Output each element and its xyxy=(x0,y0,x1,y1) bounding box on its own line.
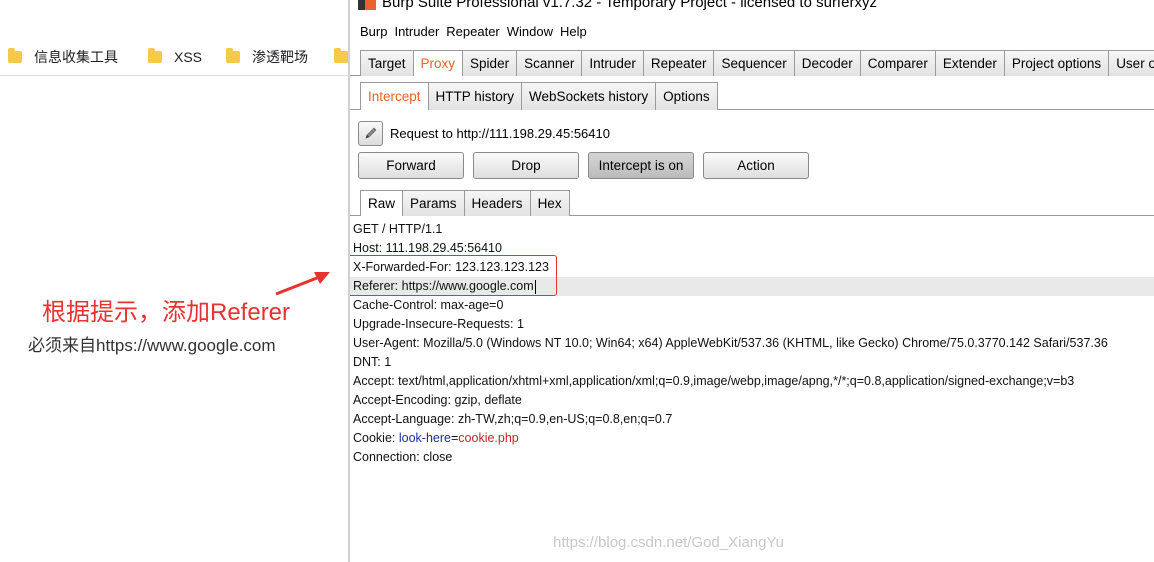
proxy-sub-tabs: Intercept HTTP history WebSockets histor… xyxy=(360,82,718,110)
folder-icon xyxy=(334,48,348,63)
drop-button[interactable]: Drop xyxy=(473,152,579,179)
cookie-prefix: Cookie: xyxy=(353,431,399,445)
tab-extender[interactable]: Extender xyxy=(934,50,1005,76)
tab-hex[interactable]: Hex xyxy=(529,190,570,216)
bookmark-label: 渗透靶场 xyxy=(252,49,308,65)
cookie-value: cookie.php xyxy=(458,431,519,445)
tab-proxy[interactable]: Proxy xyxy=(412,50,464,76)
request-info-row: Request to http://111.198.29.45:56410 xyxy=(358,120,610,146)
tab-decoder[interactable]: Decoder xyxy=(793,50,861,76)
tab-options[interactable]: Options xyxy=(655,82,718,110)
bookmark-xss[interactable]: XSS xyxy=(148,46,202,68)
tab-websockets-history[interactable]: WebSockets history xyxy=(521,82,657,110)
intercept-toggle-button[interactable]: Intercept is on xyxy=(588,152,694,179)
bookmark-label: 信息收集工具 xyxy=(34,49,118,65)
action-button[interactable]: Action xyxy=(703,152,809,179)
tab-http-history[interactable]: HTTP history xyxy=(427,82,523,110)
folder-icon xyxy=(226,48,240,63)
tab-user-options[interactable]: User options xyxy=(1108,50,1154,76)
request-line: Upgrade-Insecure-Requests: 1 xyxy=(353,317,524,331)
forward-button[interactable]: Forward xyxy=(358,152,464,179)
tab-comparer[interactable]: Comparer xyxy=(859,50,936,76)
request-line: Accept-Language: zh-TW,zh;q=0.9,en-US;q=… xyxy=(353,412,673,426)
menu-bar: Burp Intruder Repeater Window Help xyxy=(350,20,594,42)
edit-pencil-button[interactable] xyxy=(358,120,383,146)
request-editor[interactable]: GET / HTTP/1.1 Host: 111.198.29.45:56410… xyxy=(350,220,1154,560)
request-line: GET / HTTP/1.1 xyxy=(353,222,443,236)
tab-target[interactable]: Target xyxy=(360,50,414,76)
request-line-cookie: Cookie: look-here=cookie.php xyxy=(353,429,519,448)
menu-repeater[interactable]: Repeater xyxy=(446,24,499,39)
main-tabs: Target Proxy Spider Scanner Intruder Rep… xyxy=(360,49,1154,76)
request-line: User-Agent: Mozilla/5.0 (Windows NT 10.0… xyxy=(353,336,1108,350)
request-line: Cache-Control: max-age=0 xyxy=(353,298,504,312)
bookmark-label: XSS xyxy=(174,49,203,65)
burp-logo-icon xyxy=(358,0,376,10)
tab-intercept[interactable]: Intercept xyxy=(360,82,429,110)
burp-titlebar: Burp Suite Professional v1.7.32 - Tempor… xyxy=(350,0,877,12)
folder-icon xyxy=(8,48,22,63)
bookmark-pentest-range[interactable]: 渗透靶场 xyxy=(226,46,308,68)
request-line: Accept-Encoding: gzip, deflate xyxy=(353,393,522,407)
window-title: Burp Suite Professional v1.7.32 - Tempor… xyxy=(382,0,877,11)
tab-repeater[interactable]: Repeater xyxy=(642,50,715,76)
bookmarks-bar: 信息收集工具 XSS 渗透靶场 xyxy=(0,38,348,76)
tab-sequencer[interactable]: Sequencer xyxy=(713,50,795,76)
tab-spider[interactable]: Spider xyxy=(462,50,518,76)
intercept-buttons: Forward Drop Intercept is on Action xyxy=(358,152,818,180)
cookie-name: look-here xyxy=(398,431,451,445)
request-line: DNT: 1 xyxy=(353,355,392,369)
request-line: Accept: text/html,application/xhtml+xml,… xyxy=(353,374,1075,388)
tab-headers[interactable]: Headers xyxy=(463,190,531,216)
browser-pane: 信息收集工具 XSS 渗透靶场 根据提示，添加Referer 必须来自https… xyxy=(0,0,348,562)
annotation-subtitle: 必须来自https://www.google.com xyxy=(28,336,276,355)
folder-icon xyxy=(148,48,162,63)
tab-raw[interactable]: Raw xyxy=(360,190,404,216)
annotation-highlight-box xyxy=(350,255,557,296)
burp-window: Burp Suite Professional v1.7.32 - Tempor… xyxy=(348,0,1154,562)
watermark: https://blog.csdn.net/God_XiangYu xyxy=(553,534,784,551)
message-view-tabs: Raw Params Headers Hex xyxy=(360,189,570,216)
menu-window[interactable]: Window xyxy=(507,24,553,39)
pencil-icon xyxy=(365,127,376,139)
annotation-arrow-icon xyxy=(275,272,330,296)
tab-intruder[interactable]: Intruder xyxy=(581,50,644,76)
menu-help[interactable]: Help xyxy=(560,24,587,39)
tab-params[interactable]: Params xyxy=(402,190,465,216)
tab-project-options[interactable]: Project options xyxy=(1003,50,1110,76)
tab-scanner[interactable]: Scanner xyxy=(516,50,583,76)
request-line: Connection: close xyxy=(353,450,453,464)
bookmark-info-gathering-tools[interactable]: 信息收集工具 xyxy=(8,46,118,68)
menu-intruder[interactable]: Intruder xyxy=(394,24,439,39)
annotation-title: 根据提示，添加Referer xyxy=(42,299,291,326)
request-target-label: Request to http://111.198.29.45:56410 xyxy=(390,125,610,141)
menu-burp[interactable]: Burp xyxy=(360,24,387,39)
